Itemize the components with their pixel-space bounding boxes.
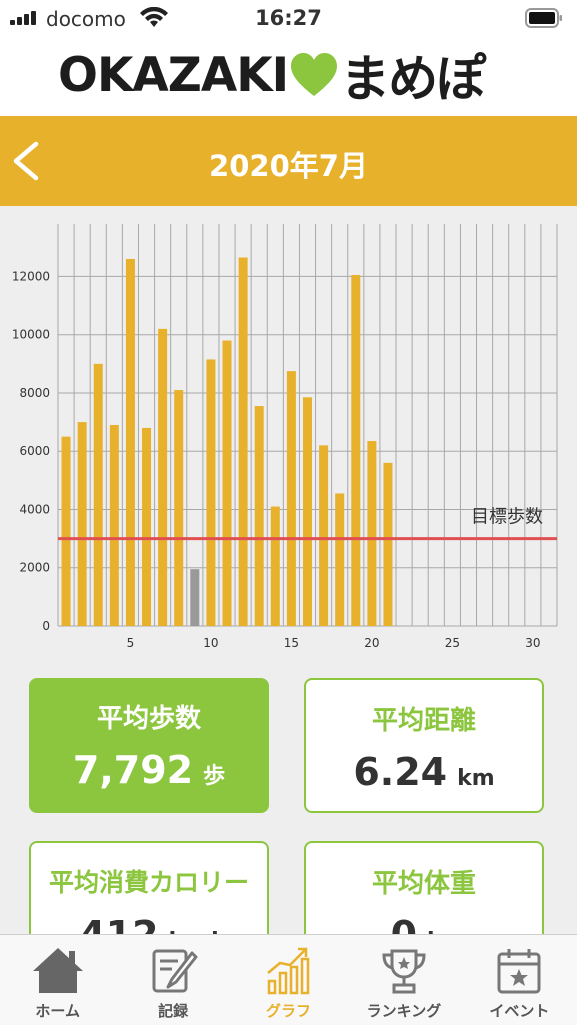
tab-graph[interactable]: グラフ <box>231 935 346 1025</box>
bar-day-9 <box>190 569 200 626</box>
avg-steps-card: 平均歩数 7,792 歩 <box>29 678 269 813</box>
bar-day-16 <box>303 397 312 626</box>
tab-record[interactable]: 記録 <box>115 935 230 1025</box>
bar-day-11 <box>222 340 232 626</box>
page-title: 2020年7月 <box>209 149 368 183</box>
bar-day-1 <box>61 436 71 626</box>
tab-ranking-label: ランキング <box>366 1002 442 1020</box>
avg-steps-title: 平均歩数 <box>96 704 201 734</box>
tab-event[interactable]: イベント <box>462 935 577 1025</box>
logo-jp-text: まめぽ <box>340 50 486 108</box>
bar-day-15 <box>286 371 296 626</box>
x-tick-label: 30 <box>525 636 540 650</box>
tab-event-label: イベント <box>489 1002 550 1020</box>
y-tick-label: 2000 <box>19 561 50 575</box>
tab-record-label: 記録 <box>158 1002 189 1020</box>
avg-distance-value: 6.24 <box>353 750 448 794</box>
tab-bar: ホーム 記録 グラフ ランキング イベント <box>0 934 577 1025</box>
battery-icon <box>525 8 562 28</box>
month-header: 2020年7月 <box>0 116 577 206</box>
x-tick-label: 5 <box>127 636 135 650</box>
y-tick-label: 6000 <box>19 444 50 458</box>
x-tick-label: 15 <box>284 636 299 650</box>
steps-chart: 0 2000 4000 6000 8000 10000 12000 目標歩数 5 10 15 20 25… <box>0 206 577 666</box>
y-tick-label: 12000 <box>12 269 50 283</box>
graph-icon <box>266 947 309 995</box>
bar-day-17 <box>319 445 329 626</box>
heart-icon <box>291 53 338 96</box>
avg-weight-title: 平均体重 <box>371 869 476 899</box>
bar-day-3 <box>93 363 103 626</box>
app-logo: OKAZAKI まめぽ <box>58 46 486 109</box>
avg-steps-value: 7,792 <box>72 748 194 792</box>
avg-steps-value-row: 7,792 歩 <box>29 748 269 792</box>
bar-day-13 <box>254 406 264 626</box>
tab-home-label: ホーム <box>35 1002 80 1020</box>
home-icon <box>32 948 83 993</box>
bar-day-19 <box>351 274 361 626</box>
bar-day-12 <box>238 257 248 626</box>
bar-chart-svg: 0 2000 4000 6000 8000 10000 12000 目標歩数 5 10 15 20 25… <box>12 224 558 650</box>
avg-distance-value-row: 6.24 km <box>306 750 542 794</box>
brand-header: OKAZAKI まめぽ <box>0 38 577 116</box>
bar-day-8 <box>174 390 184 626</box>
avg-distance-title: 平均距離 <box>371 706 476 736</box>
avg-distance-card: 平均距離 6.24 km <box>304 678 544 813</box>
bar-day-6 <box>142 427 152 626</box>
bar-day-5 <box>125 258 135 626</box>
x-tick-label: 20 <box>364 636 379 650</box>
bar-day-2 <box>77 422 87 626</box>
bar-day-14 <box>270 506 280 626</box>
bar-day-4 <box>109 425 119 626</box>
bar-day-10 <box>206 359 216 626</box>
bar-day-7 <box>158 328 168 626</box>
bar-day-18 <box>335 493 345 626</box>
avg-calories-title: 平均消費カロリー <box>48 868 249 897</box>
tab-graph-label: グラフ <box>266 1002 312 1020</box>
avg-steps-unit: 歩 <box>203 764 226 789</box>
tab-home[interactable]: ホーム <box>0 935 115 1025</box>
record-icon <box>152 949 198 993</box>
calendar-icon <box>497 949 541 994</box>
x-tick-label: 25 <box>445 636 460 650</box>
tab-ranking[interactable]: ランキング <box>346 935 461 1025</box>
status-bar: docomo 16:27 <box>0 0 577 38</box>
bar-day-20 <box>367 441 377 626</box>
y-tick-label: 8000 <box>19 386 50 400</box>
x-tick-label: 10 <box>203 636 218 650</box>
logo-text: OKAZAKI <box>58 47 289 103</box>
target-label: 目標歩数 <box>471 507 543 528</box>
avg-distance-unit: km <box>457 766 495 791</box>
y-tick-label: 4000 <box>19 502 50 516</box>
status-time: 16:27 <box>255 6 322 30</box>
y-tick-label: 0 <box>42 619 50 633</box>
y-tick-label: 10000 <box>12 328 50 342</box>
trophy-icon <box>382 949 426 994</box>
bar-day-21 <box>383 462 393 626</box>
